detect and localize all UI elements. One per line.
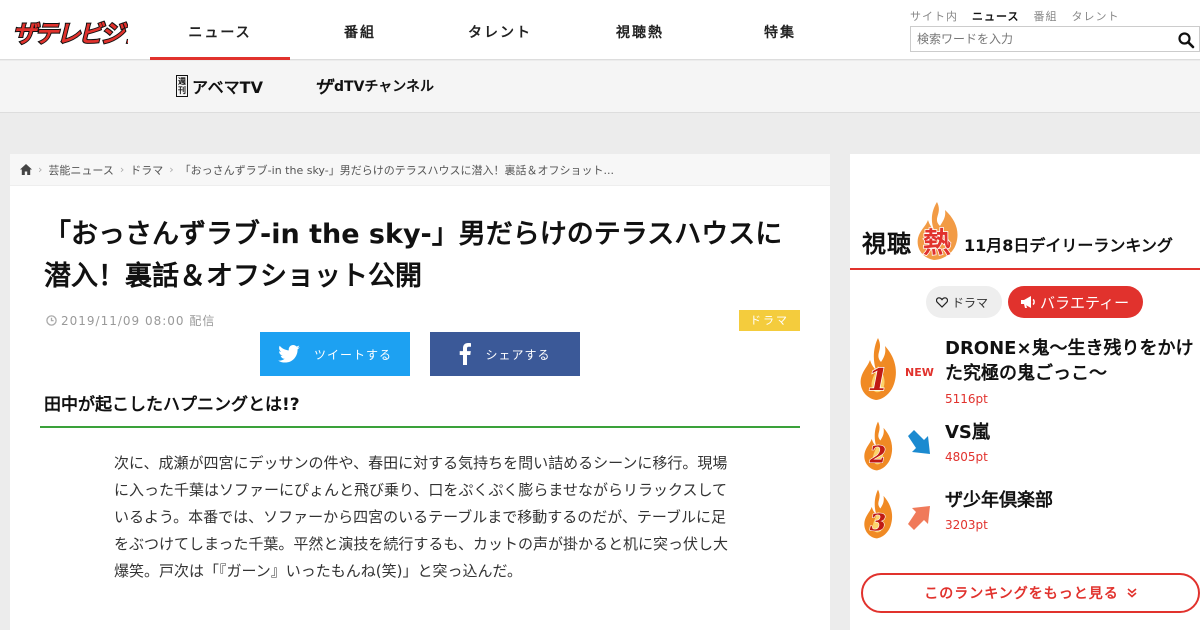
search-scope-talent[interactable]: タレント [1071,8,1119,24]
abema-tv-label: アベマTV [192,78,263,97]
nav-item-talent[interactable]: タレント [430,0,570,60]
ranking-item[interactable]: 3 ザ少年倶楽部 3203pt [850,488,1200,558]
nav-item-programs[interactable]: 番組 [290,0,430,60]
ranking-genre-toggles: ドラマ バラエティー [926,286,1144,318]
megaphone-icon [1021,296,1035,308]
partner-bar: 週刊 アベマTV ザ dTVチャンネル [0,61,1200,113]
ranking-item-title[interactable]: VS嵐 [945,420,1195,445]
rank-number: 1 [868,363,889,398]
category-tag[interactable]: ドラマ [739,310,800,331]
rank-number: 2 [869,441,886,469]
search-icon[interactable] [1177,31,1195,49]
ranking-heading-fire: 熱 [923,226,951,259]
ranking-item-title[interactable]: ザ少年倶楽部 [945,488,1195,513]
ranking-item-title[interactable]: DRONE×鬼〜生き残りをかけた究極の鬼ごっこ〜 [945,336,1195,386]
rank-number: 3 [870,509,886,537]
breadcrumb-separator: › [169,163,174,176]
ranking-header: 視聴 熱 11月8日デイリーランキング [850,200,1200,270]
article-subheading: 田中が起こしたハプニングとは!? [44,395,300,415]
nav-item-news[interactable]: ニュース [150,0,290,60]
article-meta: 2019/11/09 08:00 配信 [46,312,215,329]
search-box [910,26,1200,52]
toggle-drama-label: ドラマ [952,295,989,310]
ranking-sidebar: 視聴 熱 11月8日デイリーランキング ドラマ バラエティー 1 NEW DRO… [850,154,1200,630]
dtv-prefix: ザ [314,77,332,98]
header: ザテレビジョン ニュース 番組 タレント 視聴熱 特集 サイト内 ニュース 番組… [0,0,1200,60]
article: › 芸能ニュース › ドラマ › 「おっさんずラブ-in the sky-」男だ… [10,154,830,630]
tweet-button[interactable]: ツイートする [260,332,410,376]
search-scope-site[interactable]: サイト内 [910,8,958,24]
article-date: 2019/11/09 08:00 配信 [61,314,216,328]
ranking-item-points: 4805pt [945,450,988,464]
breadcrumb-separator: › [119,163,125,176]
ranking-heading-left: 視聴 [862,230,912,258]
toggle-variety[interactable]: バラエティー [1008,286,1144,318]
breadcrumb-separator: › [38,163,43,176]
home-icon[interactable] [20,164,32,175]
double-chevron-down-icon [1127,588,1137,598]
ranking-item-points: 5116pt [945,392,988,406]
article-body: 次に、成瀬が四宮にデッサンの件や、春田に対する気持ちを問い詰めるシーンに移行。現… [114,454,728,580]
more-ranking-label: このランキングをもっと見る [924,586,1119,602]
trend-up-arrow-icon [908,506,930,530]
ranking-item[interactable]: 2 VS嵐 4805pt [850,420,1200,490]
site-logo[interactable]: ザテレビジョン [10,12,174,50]
facebook-share-button[interactable]: シェアする [430,332,580,376]
more-ranking-button[interactable]: このランキングをもっと見る [861,573,1200,613]
search-scope-programs[interactable]: 番組 [1033,8,1057,24]
flame-heat-icon: 熱 [917,202,958,260]
trend-down-arrow-icon [908,430,930,454]
tweet-button-label: ツイートする [313,347,392,362]
search-scope-tabs: サイト内 ニュース 番組 タレント [910,8,1119,24]
main-nav: ニュース 番組 タレント 視聴熱 特集 [150,0,850,60]
breadcrumb-drama[interactable]: ドラマ [130,162,163,178]
toggle-drama[interactable]: ドラマ [926,286,1003,318]
twitter-icon [278,345,300,363]
dtv-channel-label: dTVチャンネル [334,79,434,95]
ranking-item-points: 3203pt [945,518,988,532]
breadcrumb-entertainment-news[interactable]: 芸能ニュース [48,162,113,178]
dtv-channel-link[interactable]: ザ dTVチャンネル [314,71,434,101]
subheading-divider [40,426,800,428]
abema-tv-link[interactable]: 週刊 アベマTV [176,71,263,101]
clock-icon [46,315,57,326]
ranking-heading-date: 11月8日デイリーランキング [964,236,1173,255]
breadcrumb-current: 「おっさんずラブ-in the sky-」男だらけのテラスハウスに潜入！裏話＆オ… [179,163,614,177]
flame-rank-icon: 3 [864,489,893,539]
abema-weekly-badge: 週刊 [176,75,188,97]
ranking-item[interactable]: 1 NEW DRONE×鬼〜生き残りをかけた究極の鬼ごっこ〜 5116pt [850,336,1200,406]
new-badge: NEW [905,366,934,379]
heart-icon [936,296,948,308]
article-title: 「おっさんずラブ-in the sky-」男だらけのテラスハウスに潜入！裏話＆オ… [44,219,783,292]
search-input[interactable] [911,27,1169,51]
search-scope-news[interactable]: ニュース [972,8,1019,24]
nav-item-features[interactable]: 特集 [710,0,850,60]
site-logo-text: ザテレビジョン [11,19,128,48]
nav-item-viewing-heat[interactable]: 視聴熱 [570,0,710,60]
facebook-share-label: シェアする [485,347,551,362]
facebook-icon [460,343,472,365]
breadcrumb: › 芸能ニュース › ドラマ › 「おっさんずラブ-in the sky-」男だ… [10,154,830,186]
flame-rank-icon: 1 [860,338,896,400]
toggle-variety-label: バラエティー [1040,293,1130,312]
flame-rank-icon: 2 [864,421,893,471]
